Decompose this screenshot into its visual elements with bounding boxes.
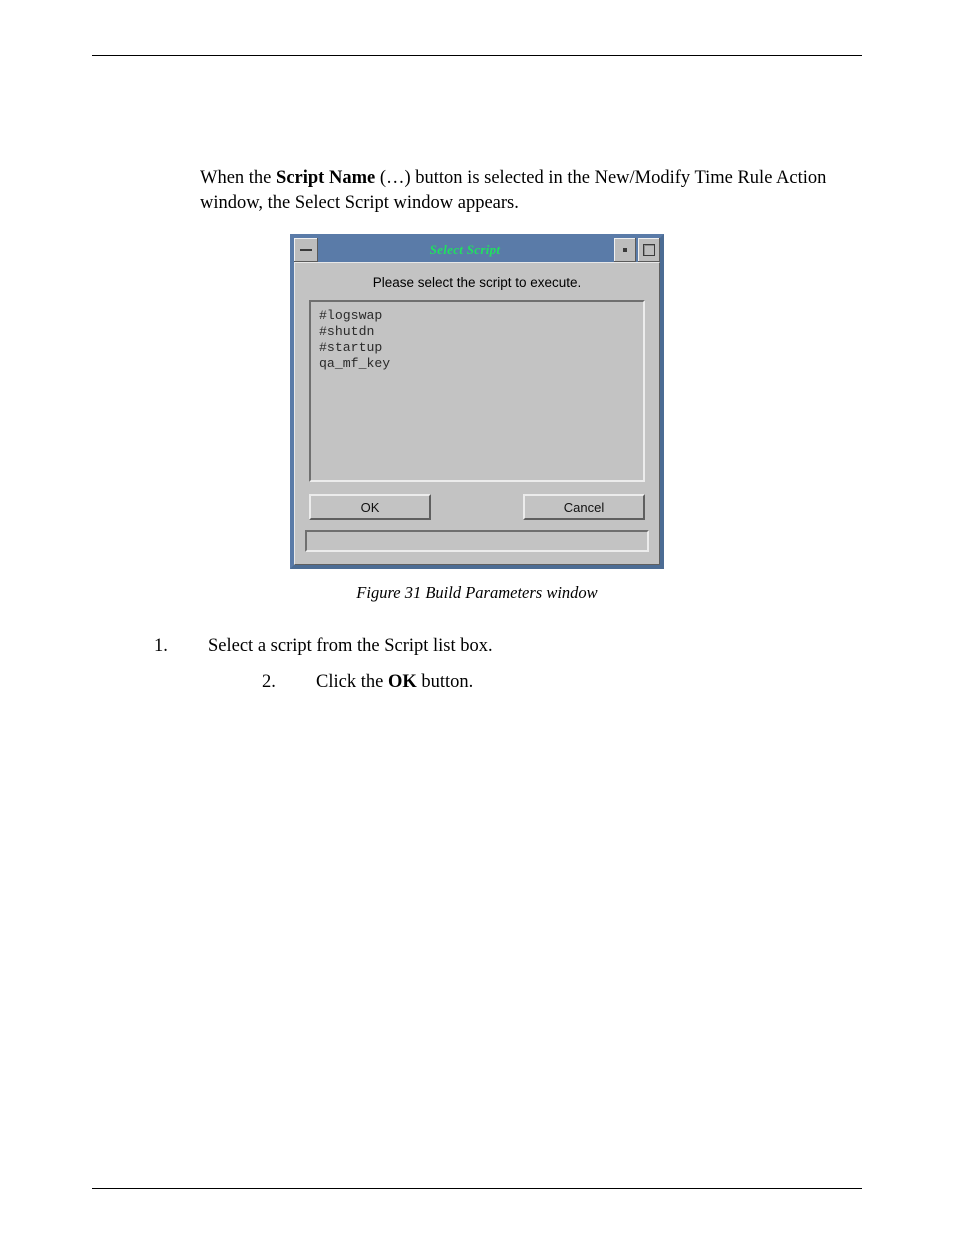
steps-list: 1. Select a script from the Script list … [92, 633, 862, 697]
script-listbox[interactable]: #logswap #shutdn #startup qa_mf_key [309, 300, 645, 482]
step-2-bold-ok: OK [388, 672, 417, 692]
window-body: Please select the script to execute. #lo… [294, 262, 660, 565]
system-menu-icon[interactable] [294, 238, 318, 262]
figure-container: Select Script Please select the script t… [92, 234, 862, 569]
step-2-post: button. [417, 672, 474, 692]
minimize-icon[interactable] [614, 238, 636, 262]
step-2-pre: Click the [316, 672, 388, 692]
list-item[interactable]: #startup [319, 340, 635, 356]
select-script-window: Select Script Please select the script t… [290, 234, 664, 569]
ok-button[interactable]: OK [309, 494, 431, 520]
step-2: 2. Click the OK button. [262, 669, 862, 697]
cancel-button[interactable]: Cancel [523, 494, 645, 520]
intro-paragraph: When the Script Name (…) button is selec… [200, 166, 862, 216]
intro-bold-script-name: Script Name [276, 168, 375, 188]
intro-prefix: When the [200, 168, 276, 188]
step-1: 1. Select a script from the Script list … [154, 633, 862, 661]
list-item[interactable]: #shutdn [319, 324, 635, 340]
step-2-text: Click the OK button. [316, 669, 473, 697]
footer-rule [92, 1188, 862, 1189]
prompt-label: Please select the script to execute. [295, 263, 659, 298]
status-bar [305, 530, 649, 552]
button-row: OK Cancel [295, 488, 659, 528]
list-item[interactable]: qa_mf_key [319, 356, 635, 372]
step-1-text: Select a script from the Script list box… [208, 633, 493, 661]
figure-caption: Figure 31 Build Parameters window [92, 583, 862, 603]
titlebar[interactable]: Select Script [294, 238, 660, 262]
maximize-icon[interactable] [638, 238, 660, 262]
step-1-number: 1. [154, 633, 208, 661]
titlebar-buttons [612, 238, 660, 262]
header-rule [92, 55, 862, 56]
document-page: When the Script Name (…) button is selec… [0, 0, 954, 1235]
list-item[interactable]: #logswap [319, 308, 635, 324]
step-2-number: 2. [262, 669, 316, 697]
window-title: Select Script [318, 238, 612, 262]
